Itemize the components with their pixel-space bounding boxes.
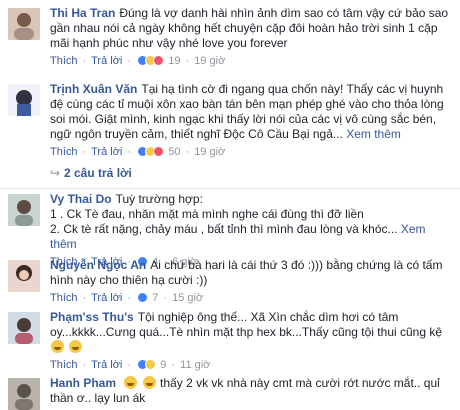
reactions-icon[interactable] (137, 146, 165, 161)
like-button[interactable]: Thích (50, 146, 78, 158)
avatar[interactable] (8, 194, 40, 226)
like-button[interactable]: Thích (50, 292, 78, 304)
reply-arrow-icon: ↪ (50, 166, 61, 180)
comment-text-line: 2. Ck tè rất nặng, chảy máu , bất tỉnh t… (50, 222, 398, 236)
reply-button[interactable]: Trả lời (91, 292, 122, 304)
avatar[interactable] (8, 260, 40, 292)
comment-actions: Thích · Trả lời · 7 · 15 giờ (50, 291, 452, 307)
laughing-emoji-icon (51, 340, 64, 353)
reaction-count[interactable]: 9 (160, 359, 166, 371)
view-replies-link[interactable]: ↪ 2 câu trả lời (50, 165, 132, 181)
laughing-emoji-icon (142, 376, 156, 389)
avatar[interactable] (8, 378, 40, 410)
see-more-link[interactable]: Xem thêm (346, 127, 401, 141)
avatar[interactable] (8, 84, 40, 116)
like-button[interactable]: Thích (50, 55, 78, 67)
reply-button[interactable]: Trả lời (91, 146, 122, 158)
like-button[interactable]: Thích (50, 359, 78, 371)
timestamp[interactable]: 19 giờ (194, 146, 225, 158)
comment-author[interactable]: Vy Thai Do (50, 192, 112, 206)
comment-author[interactable]: Thi Ha Tran (50, 6, 115, 20)
reactions-icon[interactable] (137, 292, 149, 307)
avatar-photo (8, 8, 40, 40)
reply-button[interactable]: Trả lời (91, 359, 122, 371)
avatar[interactable] (8, 8, 40, 40)
comment-author[interactable]: Phạm'ss Thu's (50, 310, 134, 324)
comment-text-line: Tuỳ trường hợp: (115, 192, 203, 206)
reactions-icon[interactable] (137, 359, 157, 374)
comment-actions: Thích · Trả lời · 50 · 19 giờ (50, 145, 452, 161)
comment-actions: Thích · Trả lời · 19 · 19 giờ (50, 54, 452, 70)
reaction-count[interactable]: 7 (152, 292, 158, 304)
comment-author[interactable]: Trịnh Xuân Văn (50, 82, 137, 96)
timestamp[interactable]: 19 giờ (194, 55, 225, 67)
reaction-count[interactable]: 50 (168, 146, 180, 158)
laughing-emoji-icon (124, 376, 138, 389)
reaction-count[interactable]: 19 (168, 55, 180, 67)
timestamp[interactable]: 11 giờ (180, 359, 210, 371)
avatar-photo (8, 312, 40, 344)
avatar-photo (8, 378, 40, 410)
comment-author[interactable]: Hanh Pham (50, 376, 116, 390)
avatar-photo (8, 84, 40, 116)
avatar[interactable] (8, 312, 40, 344)
comment-text-line: 1 . Ck Tè đau, nhăn mặt mà mình nghe cái… (50, 207, 364, 221)
timestamp[interactable]: 15 giờ (172, 292, 203, 304)
comment-author[interactable]: Nguyễn Ngọc An (50, 258, 146, 272)
avatar-photo (8, 194, 40, 226)
laughing-emoji-icon (69, 340, 83, 353)
divider (0, 188, 460, 189)
avatar-photo (8, 260, 40, 292)
reactions-icon[interactable] (137, 55, 165, 70)
comment-actions: Thích · Trả lời · 9 · 11 giờ (50, 358, 452, 374)
reply-button[interactable]: Trả lời (91, 55, 122, 67)
